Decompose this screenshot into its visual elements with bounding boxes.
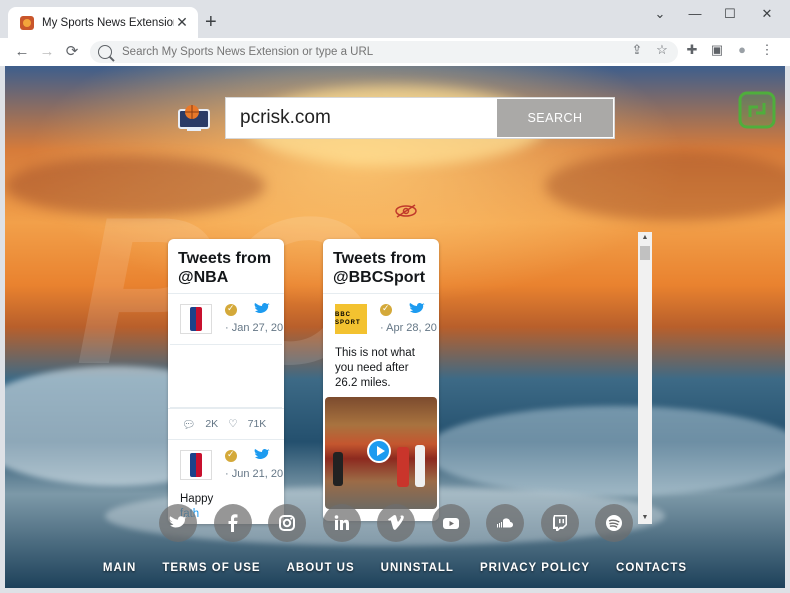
tweet-date[interactable]: · Jan 27, 20 bbox=[225, 322, 283, 334]
widget-header: Tweets from @BBCSport bbox=[323, 239, 439, 294]
tweet-media-placeholder bbox=[170, 344, 282, 408]
tweet-author-row: · Jun 21, 20 bbox=[168, 440, 284, 490]
bookmark-star-icon[interactable]: ☆ bbox=[652, 42, 672, 58]
twitch-icon[interactable] bbox=[540, 504, 579, 542]
soundcloud-icon[interactable] bbox=[486, 504, 524, 542]
tweet-text: This is not what you need after 26.2 mil… bbox=[335, 347, 415, 389]
twitter-bird-icon[interactable] bbox=[409, 302, 425, 316]
profile-icon[interactable]: ● bbox=[732, 42, 752, 57]
social-links bbox=[159, 504, 650, 542]
search-button[interactable]: SEARCH bbox=[497, 99, 613, 137]
new-tab-button[interactable]: + bbox=[205, 12, 217, 32]
nba-avatar[interactable] bbox=[180, 450, 212, 480]
like-icon[interactable]: ♡ bbox=[228, 418, 237, 430]
hide-widgets-eye-icon[interactable] bbox=[394, 204, 418, 218]
tweet-date[interactable]: · Jun 21, 20 bbox=[225, 468, 283, 480]
vimeo-icon[interactable] bbox=[377, 504, 415, 542]
search-input[interactable] bbox=[226, 98, 496, 138]
twitter-icon[interactable] bbox=[159, 504, 197, 542]
cloud-right bbox=[545, 151, 785, 221]
reload-button[interactable]: ⟳ bbox=[62, 42, 82, 62]
tweet-video-thumbnail[interactable] bbox=[325, 397, 437, 509]
extension-favicon-icon bbox=[20, 15, 34, 30]
window-frame-right bbox=[785, 66, 790, 588]
instagram-icon[interactable] bbox=[268, 504, 306, 542]
runner-figure bbox=[333, 452, 343, 486]
sports-tv-logo-icon[interactable] bbox=[177, 104, 211, 132]
browser-tab[interactable]: My Sports News Extension ✕ bbox=[8, 7, 198, 38]
back-button[interactable]: ← bbox=[12, 42, 32, 62]
widgets-scrollbar[interactable]: ▲ ▼ bbox=[638, 232, 652, 524]
wave-spray-right bbox=[425, 406, 785, 496]
widget-header: Tweets from @NBA bbox=[168, 239, 284, 294]
footer-link-terms[interactable]: TERMS OF USE bbox=[162, 562, 260, 574]
window-frame-bottom bbox=[0, 588, 790, 593]
search-icon bbox=[98, 45, 112, 59]
footer-link-main[interactable]: MAIN bbox=[103, 562, 136, 574]
like-count: 71K bbox=[247, 418, 267, 430]
share-page-icon[interactable]: ⇪ bbox=[627, 42, 647, 58]
footer-link-uninstall[interactable]: UNINSTALL bbox=[381, 562, 454, 574]
address-bar[interactable] bbox=[90, 41, 678, 63]
runner-figure bbox=[415, 445, 425, 487]
extensions-icon[interactable]: ✚ bbox=[682, 42, 702, 58]
minimize-button[interactable]: — bbox=[685, 6, 705, 21]
footer-nav: MAIN TERMS OF USE ABOUT US UNINSTALL PRI… bbox=[5, 562, 785, 574]
tweet-author-row: · Jan 27, 20 bbox=[168, 294, 284, 344]
bbcsport-tweets-widget[interactable]: Tweets from @BBCSport BBC SPORT · Apr 28… bbox=[323, 239, 439, 521]
verified-badge-icon bbox=[225, 449, 237, 462]
play-video-icon[interactable] bbox=[367, 439, 391, 463]
bbc-logo-text: BBC SPORT bbox=[335, 312, 361, 326]
footer-link-privacy[interactable]: PRIVACY POLICY bbox=[480, 562, 590, 574]
tab-close-icon[interactable]: ✕ bbox=[174, 14, 190, 31]
twitter-bird-icon[interactable] bbox=[254, 448, 270, 462]
verified-badge-icon bbox=[380, 303, 392, 316]
nba-avatar[interactable] bbox=[180, 304, 212, 334]
forward-button[interactable]: → bbox=[37, 42, 57, 62]
runner-figure bbox=[397, 447, 409, 487]
tab-title: My Sports News Extension bbox=[42, 16, 174, 29]
scroll-up-arrow-icon[interactable]: ▲ bbox=[638, 232, 652, 244]
tab-search-icon[interactable]: ⌄ bbox=[650, 6, 670, 22]
footer-link-about[interactable]: ABOUT US bbox=[287, 562, 355, 574]
nba-tweets-widget[interactable]: Tweets from @NBA · Jan 27, 20 💬︎ 2K ♡ 71… bbox=[168, 239, 284, 524]
footer-link-contacts[interactable]: CONTACTS bbox=[616, 562, 687, 574]
tweet-actions: 💬︎ 2K ♡ 71K bbox=[168, 408, 284, 440]
spotify-icon[interactable] bbox=[595, 504, 633, 542]
new-tab-page: PC SEARCH Tweets from @NBA · Jan 27, 20 … bbox=[5, 66, 785, 588]
browser-toolbar: ← → ⟳ ⇪ ☆ ✚ ▣ ● ⋮ bbox=[0, 38, 790, 66]
tweet-date[interactable]: · Apr 28, 20 bbox=[380, 322, 437, 334]
maximize-button[interactable]: ☐ bbox=[720, 6, 740, 22]
bbc-sport-avatar[interactable]: BBC SPORT bbox=[335, 304, 367, 334]
reply-count: 2K bbox=[205, 418, 219, 430]
youtube-icon[interactable] bbox=[431, 504, 470, 542]
tweet-author-row: BBC SPORT · Apr 28, 20 bbox=[323, 294, 439, 344]
reply-icon[interactable]: 💬︎ bbox=[182, 418, 195, 431]
green-share-icon[interactable] bbox=[738, 91, 776, 129]
search-form: SEARCH bbox=[225, 97, 615, 139]
scroll-thumb[interactable] bbox=[640, 246, 650, 260]
linkedin-icon[interactable] bbox=[322, 504, 361, 542]
address-input[interactable] bbox=[122, 46, 678, 58]
twitter-bird-icon[interactable] bbox=[254, 302, 270, 316]
verified-badge-icon bbox=[225, 303, 237, 316]
tab-strip: My Sports News Extension ✕ + ⌄ — ☐ ✕ bbox=[0, 0, 790, 38]
close-window-button[interactable]: ✕ bbox=[757, 6, 777, 22]
facebook-icon[interactable] bbox=[213, 504, 252, 542]
kebab-menu-icon[interactable]: ⋮ bbox=[757, 42, 777, 58]
side-panel-icon[interactable]: ▣ bbox=[707, 42, 727, 58]
